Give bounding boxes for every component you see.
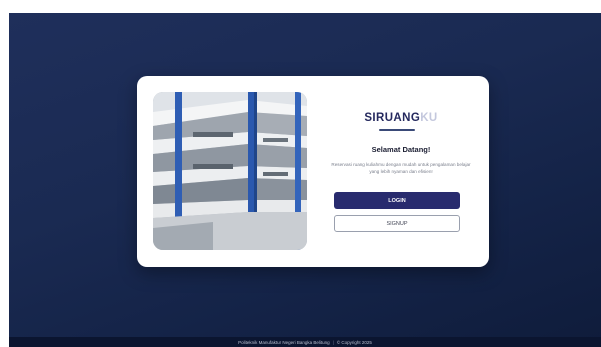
login-button[interactable]: LOGIN [334,192,460,209]
app-logo-text: SIRUANGKU [313,112,489,124]
brand-name-main: SIRUANG [364,112,421,124]
building-illustration [153,92,307,250]
classroom-building-photo [153,92,307,250]
signup-button[interactable]: SIGNUP [334,215,460,232]
footer-copyright: © Copyright 2025 [336,339,372,345]
login-card: SIRUANGKU Selamat Datang! Reservasi ruan… [137,76,489,267]
brand-name-accent: KU [420,112,438,124]
auth-panel: SIRUANGKU Selamat Datang! Reservasi ruan… [313,76,489,267]
welcome-description: Reservasi ruang kuliahmu dengan mudah un… [331,162,471,174]
welcome-heading: Selamat Datang! [371,145,431,154]
app-background: SIRUANGKU Selamat Datang! Reservasi ruan… [9,13,601,347]
footer-separator: | [332,339,334,345]
footer-institution: Politeknik Manufaktur Negeri Bangka Beli… [238,339,330,345]
brand-underline [379,129,415,131]
page-footer: Politeknik Manufaktur Negeri Bangka Beli… [9,337,601,347]
